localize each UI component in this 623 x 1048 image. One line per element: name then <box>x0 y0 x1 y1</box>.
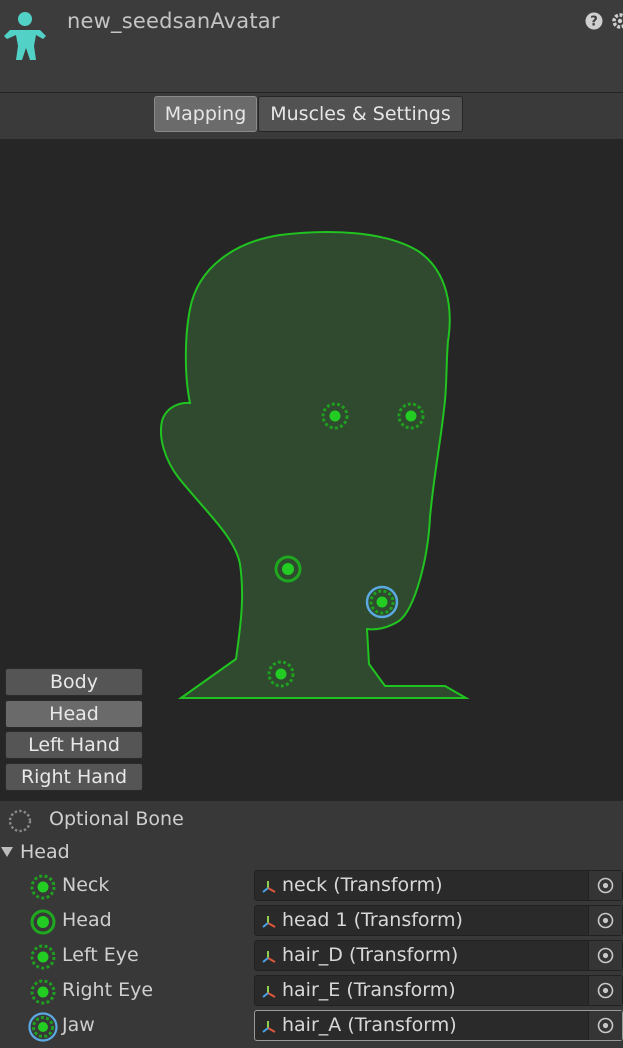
transform-value: hair_D (Transform) <box>282 944 459 966</box>
transform-icon <box>262 881 276 893</box>
required-bone-mapped-icon[interactable] <box>28 907 58 937</box>
transform-value: head 1 (Transform) <box>282 909 463 931</box>
transform-icon <box>262 951 276 963</box>
help-icon[interactable]: ? <box>585 12 603 30</box>
body-part-button-left-hand[interactable]: Left Hand <box>5 731 143 759</box>
transform-value: neck (Transform) <box>282 874 443 896</box>
object-picker-button[interactable] <box>588 976 622 1005</box>
body-part-button-head[interactable]: Head <box>5 700 143 728</box>
bone-label: Jaw <box>62 1014 95 1036</box>
bone-row-jaw: Jaw hair_A (Transform) <box>0 1010 623 1045</box>
transform-icon <box>262 986 276 998</box>
head-silhouette <box>160 231 470 699</box>
target-icon <box>597 947 614 964</box>
transform-value: hair_E (Transform) <box>282 979 456 1001</box>
bone-label: Neck <box>62 874 110 896</box>
bone-label: Left Eye <box>62 944 139 966</box>
avatar-mapping-view: Body Head Left Hand Right Hand <box>0 139 623 801</box>
optional-bone-mapped-icon[interactable] <box>28 942 58 972</box>
foldout-triangle-icon[interactable] <box>0 845 14 859</box>
bone-mapping-list: Optional Bone Head Neck neck (Transform) <box>0 801 623 1048</box>
object-picker-button[interactable] <box>588 906 622 935</box>
optional-bone-mapped-icon[interactable] <box>28 872 58 902</box>
target-icon <box>597 1017 614 1034</box>
inspector-header: new_seedsanAvatar ? <box>0 0 623 92</box>
transform-object-field[interactable]: hair_A (Transform) <box>254 1010 623 1041</box>
target-icon <box>597 912 614 929</box>
bone-row-left-eye: Left Eye hair_D (Transform) <box>0 940 623 975</box>
tab-mapping[interactable]: Mapping <box>154 96 257 132</box>
optional-bone-legend: Optional Bone <box>49 808 184 830</box>
bone-row-neck: Neck neck (Transform) <box>0 870 623 905</box>
transform-object-field[interactable]: neck (Transform) <box>254 870 623 901</box>
body-part-button-body[interactable]: Body <box>5 668 143 696</box>
humanoid-avatar-icon <box>4 12 46 60</box>
body-part-button-right-hand[interactable]: Right Hand <box>5 763 143 791</box>
object-picker-button[interactable] <box>588 1011 622 1040</box>
bone-label: Head <box>62 909 112 931</box>
target-icon <box>597 982 614 999</box>
transform-icon <box>262 1021 276 1033</box>
transform-object-field[interactable]: head 1 (Transform) <box>254 905 623 936</box>
tab-bar: Mapping Muscles & Settings <box>0 92 623 140</box>
target-icon <box>597 877 614 894</box>
transform-value: hair_A (Transform) <box>282 1014 457 1036</box>
tab-muscles-settings[interactable]: Muscles & Settings <box>258 96 463 132</box>
svg-text:?: ? <box>590 15 598 30</box>
transform-icon <box>262 916 276 928</box>
bone-row-right-eye: Right Eye hair_E (Transform) <box>0 975 623 1010</box>
transform-object-field[interactable]: hair_D (Transform) <box>254 940 623 971</box>
optional-bone-icon <box>8 809 32 833</box>
optional-bone-mapped-icon[interactable] <box>28 977 58 1007</box>
object-picker-button[interactable] <box>588 871 622 900</box>
optional-bone-selected-icon[interactable] <box>28 1012 58 1042</box>
transform-object-field[interactable]: hair_E (Transform) <box>254 975 623 1006</box>
head-section-foldout[interactable]: Head <box>20 841 70 863</box>
object-picker-button[interactable] <box>588 941 622 970</box>
bone-label: Right Eye <box>62 979 154 1001</box>
bone-row-head: Head head 1 (Transform) <box>0 905 623 940</box>
gear-icon[interactable] <box>611 12 623 30</box>
avatar-title: new_seedsanAvatar <box>67 9 280 33</box>
